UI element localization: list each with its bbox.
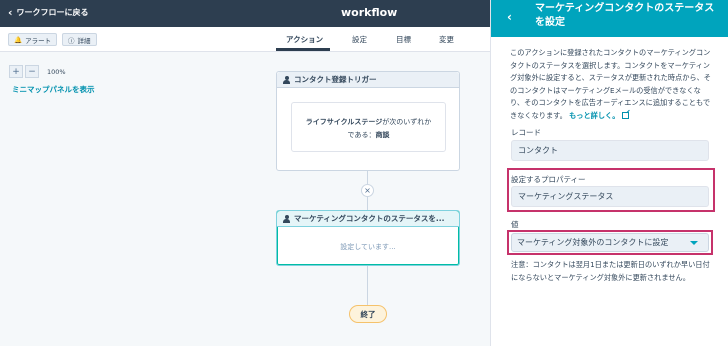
back-to-workflows-link[interactable]: ‹ ワークフローに戻る — [8, 7, 89, 18]
action-status-text: 設定しています... — [340, 243, 396, 251]
zoom-level: 100% — [47, 67, 66, 76]
condition-property: ライフサイクルステージ — [305, 118, 383, 126]
update-note: 注意：コンタクトは翌月1日または更新日のいずれか早い日付にならないとマーケティン… — [511, 260, 710, 282]
trigger-title: コンタクト登録トリガー — [294, 75, 377, 84]
tab-actions[interactable]: アクション — [286, 34, 323, 45]
connector-line — [367, 197, 368, 210]
contact-icon — [283, 75, 290, 84]
tab-goals[interactable]: 目標 — [396, 34, 411, 45]
condition-line-1: ライフサイクルステージが次のいずれか — [292, 116, 445, 129]
zoom-in-button[interactable]: + — [9, 65, 23, 78]
chevron-left-icon: ‹ — [8, 6, 13, 19]
action-title: マーケティングコンタクトのステータスを... — [294, 214, 445, 223]
value-label: 値 — [511, 220, 519, 229]
value-select[interactable]: マーケティング対象外のコンタクトに設定 — [511, 233, 709, 252]
trigger-condition: ライフサイクルステージが次のいずれか である：商談 — [291, 102, 446, 152]
description-text: このアクションに登録されたコンタクトのマーケティングコンタクトのステータスを選択… — [510, 48, 711, 120]
end-node: 終了 — [349, 305, 387, 323]
record-label: レコード — [511, 128, 541, 137]
condition-line-2: である：商談 — [292, 129, 445, 142]
details-button[interactable]: ⓘ 詳細 — [62, 33, 97, 46]
record-field: コンタクト — [511, 140, 709, 161]
panel-description: このアクションに登録されたコンタクトのマーケティングコンタクトのステータスを選択… — [510, 47, 712, 123]
panel-header: ‹ マーケティングコンタクトのステータスを設定 — [491, 0, 728, 37]
panel-title: マーケティングコンタクトのステータスを設定 — [535, 3, 715, 28]
action-card[interactable]: マーケティングコンタクトのステータスを... 設定しています... — [276, 210, 460, 266]
trigger-card[interactable]: コンタクト登録トリガー ライフサイクルステージが次のいずれか である：商談 — [276, 71, 460, 171]
close-icon[interactable]: × — [361, 184, 374, 197]
connector-line — [367, 170, 368, 184]
connector-line — [367, 266, 368, 305]
tab-changes[interactable]: 変更 — [439, 34, 454, 45]
show-minimap-link[interactable]: ミニマップパネルを表示 — [12, 84, 95, 95]
details-label: 詳細 — [77, 36, 91, 45]
chevron-left-icon[interactable]: ‹ — [507, 10, 512, 24]
condition-value: 商談 — [375, 131, 390, 139]
tab-settings[interactable]: 設定 — [352, 34, 367, 45]
trigger-card-header: コンタクト登録トリガー — [277, 72, 459, 88]
alert-button[interactable]: 🔔 アラート — [8, 33, 58, 46]
action-card-header: マーケティングコンタクトのステータスを... — [277, 211, 459, 227]
zoom-controls: + − 100% — [9, 65, 66, 78]
bell-icon: 🔔 — [14, 35, 23, 44]
info-icon: ⓘ — [68, 36, 75, 45]
external-link-icon — [622, 112, 630, 120]
contact-icon — [283, 214, 290, 223]
condition-prefix: である： — [347, 131, 376, 139]
property-field: マーケティングステータス — [511, 186, 709, 207]
condition-suffix: が次のいずれか — [382, 118, 432, 126]
learn-more-link[interactable]: もっと詳しく。 — [569, 111, 619, 120]
action-settings-panel: ‹ マーケティングコンタクトのステータスを設定 このアクションに登録されたコンタ… — [490, 0, 728, 346]
back-label: ワークフローに戻る — [16, 8, 89, 17]
zoom-out-button[interactable]: − — [25, 65, 39, 78]
active-tab-indicator — [276, 48, 330, 51]
value-selected: マーケティング対象外のコンタクトに設定 — [517, 238, 669, 247]
workflow-title[interactable]: workflow — [341, 6, 397, 19]
alert-label: アラート — [25, 36, 52, 45]
sub-toolbar: 🔔 アラート ⓘ 詳細 アクション 設定 目標 変更 — [0, 27, 490, 52]
top-bar: ‹ ワークフローに戻る workflow — [0, 0, 490, 27]
property-label: 設定するプロパティー — [511, 175, 586, 184]
chevron-down-icon — [690, 241, 698, 245]
